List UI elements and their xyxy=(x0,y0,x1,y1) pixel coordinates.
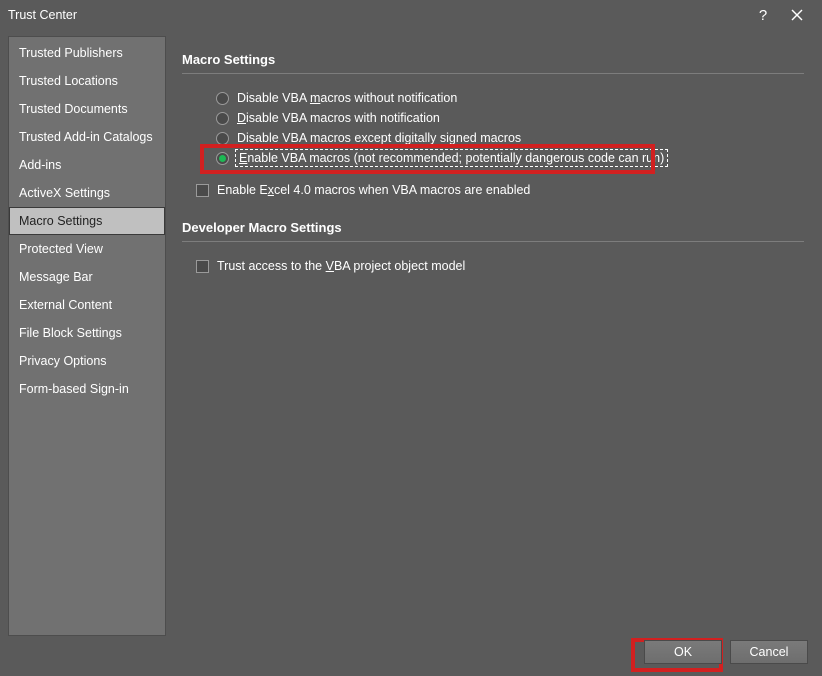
cancel-button[interactable]: Cancel xyxy=(730,640,808,664)
radio-icon xyxy=(216,132,229,145)
radio-disable-except-signed[interactable]: Disable VBA macros except digitally sign… xyxy=(216,128,804,148)
section-heading-macro-settings: Macro Settings xyxy=(182,52,804,74)
sidebar-item-macro-settings[interactable]: Macro Settings xyxy=(9,207,165,235)
radio-label: Disable VBA macros except digitally sign… xyxy=(237,131,521,145)
content-panel: Macro Settings Disable VBA macros withou… xyxy=(166,36,814,636)
sidebar-item-privacy-options[interactable]: Privacy Options xyxy=(9,347,165,375)
sidebar-item-label: Trusted Publishers xyxy=(19,46,123,60)
checkbox-icon xyxy=(196,260,209,273)
ok-button[interactable]: OK xyxy=(644,640,722,664)
radio-enable-all[interactable]: Enable VBA macros (not recommended; pote… xyxy=(216,148,804,168)
help-icon[interactable]: ? xyxy=(746,0,780,30)
sidebar-item-trusted-publishers[interactable]: Trusted Publishers xyxy=(9,39,165,67)
sidebar-item-label: Message Bar xyxy=(19,270,93,284)
checkbox-icon xyxy=(196,184,209,197)
sidebar-item-add-ins[interactable]: Add-ins xyxy=(9,151,165,179)
checkbox-label: Enable Excel 4.0 macros when VBA macros … xyxy=(217,183,530,197)
sidebar-item-trusted-locations[interactable]: Trusted Locations xyxy=(9,67,165,95)
sidebar-item-trusted-add-in-catalogs[interactable]: Trusted Add-in Catalogs xyxy=(9,123,165,151)
sidebar-item-label: File Block Settings xyxy=(19,326,122,340)
sidebar-item-external-content[interactable]: External Content xyxy=(9,291,165,319)
sidebar-item-form-based-sign-in[interactable]: Form-based Sign-in xyxy=(9,375,165,403)
radio-label: Enable VBA macros (not recommended; pote… xyxy=(237,151,666,165)
sidebar-item-label: Trusted Add-in Catalogs xyxy=(19,130,153,144)
radio-label: Disable VBA macros with notification xyxy=(237,111,440,125)
sidebar-item-activex-settings[interactable]: ActiveX Settings xyxy=(9,179,165,207)
sidebar-item-message-bar[interactable]: Message Bar xyxy=(9,263,165,291)
sidebar-item-label: Trusted Locations xyxy=(19,74,118,88)
sidebar-item-label: Privacy Options xyxy=(19,354,107,368)
titlebar: Trust Center ? xyxy=(0,0,822,30)
checkbox-label: Trust access to the VBA project object m… xyxy=(217,259,465,273)
checkbox-enable-excel4[interactable]: Enable Excel 4.0 macros when VBA macros … xyxy=(196,180,804,200)
radio-icon xyxy=(216,152,229,165)
radio-label: Disable VBA macros without notification xyxy=(237,91,457,105)
macro-radio-group: Disable VBA macros without notification … xyxy=(182,88,804,168)
radio-disable-with-notif[interactable]: Disable VBA macros with notification xyxy=(216,108,804,128)
close-icon[interactable] xyxy=(780,0,814,30)
section-heading-developer-settings: Developer Macro Settings xyxy=(182,220,804,242)
sidebar-item-protected-view[interactable]: Protected View xyxy=(9,235,165,263)
sidebar-item-label: External Content xyxy=(19,298,112,312)
sidebar-item-file-block-settings[interactable]: File Block Settings xyxy=(9,319,165,347)
radio-icon xyxy=(216,112,229,125)
window-title: Trust Center xyxy=(8,8,77,22)
sidebar-item-label: Trusted Documents xyxy=(19,102,128,116)
sidebar: Trusted Publishers Trusted Locations Tru… xyxy=(8,36,166,636)
sidebar-item-trusted-documents[interactable]: Trusted Documents xyxy=(9,95,165,123)
radio-icon xyxy=(216,92,229,105)
radio-disable-no-notif[interactable]: Disable VBA macros without notification xyxy=(216,88,804,108)
sidebar-item-label: Macro Settings xyxy=(19,214,102,228)
dialog-footer: OK Cancel xyxy=(0,636,822,676)
sidebar-item-label: Form-based Sign-in xyxy=(19,382,129,396)
sidebar-item-label: Protected View xyxy=(19,242,103,256)
checkbox-trust-vba-access[interactable]: Trust access to the VBA project object m… xyxy=(196,256,804,276)
sidebar-item-label: Add-ins xyxy=(19,158,61,172)
sidebar-item-label: ActiveX Settings xyxy=(19,186,110,200)
